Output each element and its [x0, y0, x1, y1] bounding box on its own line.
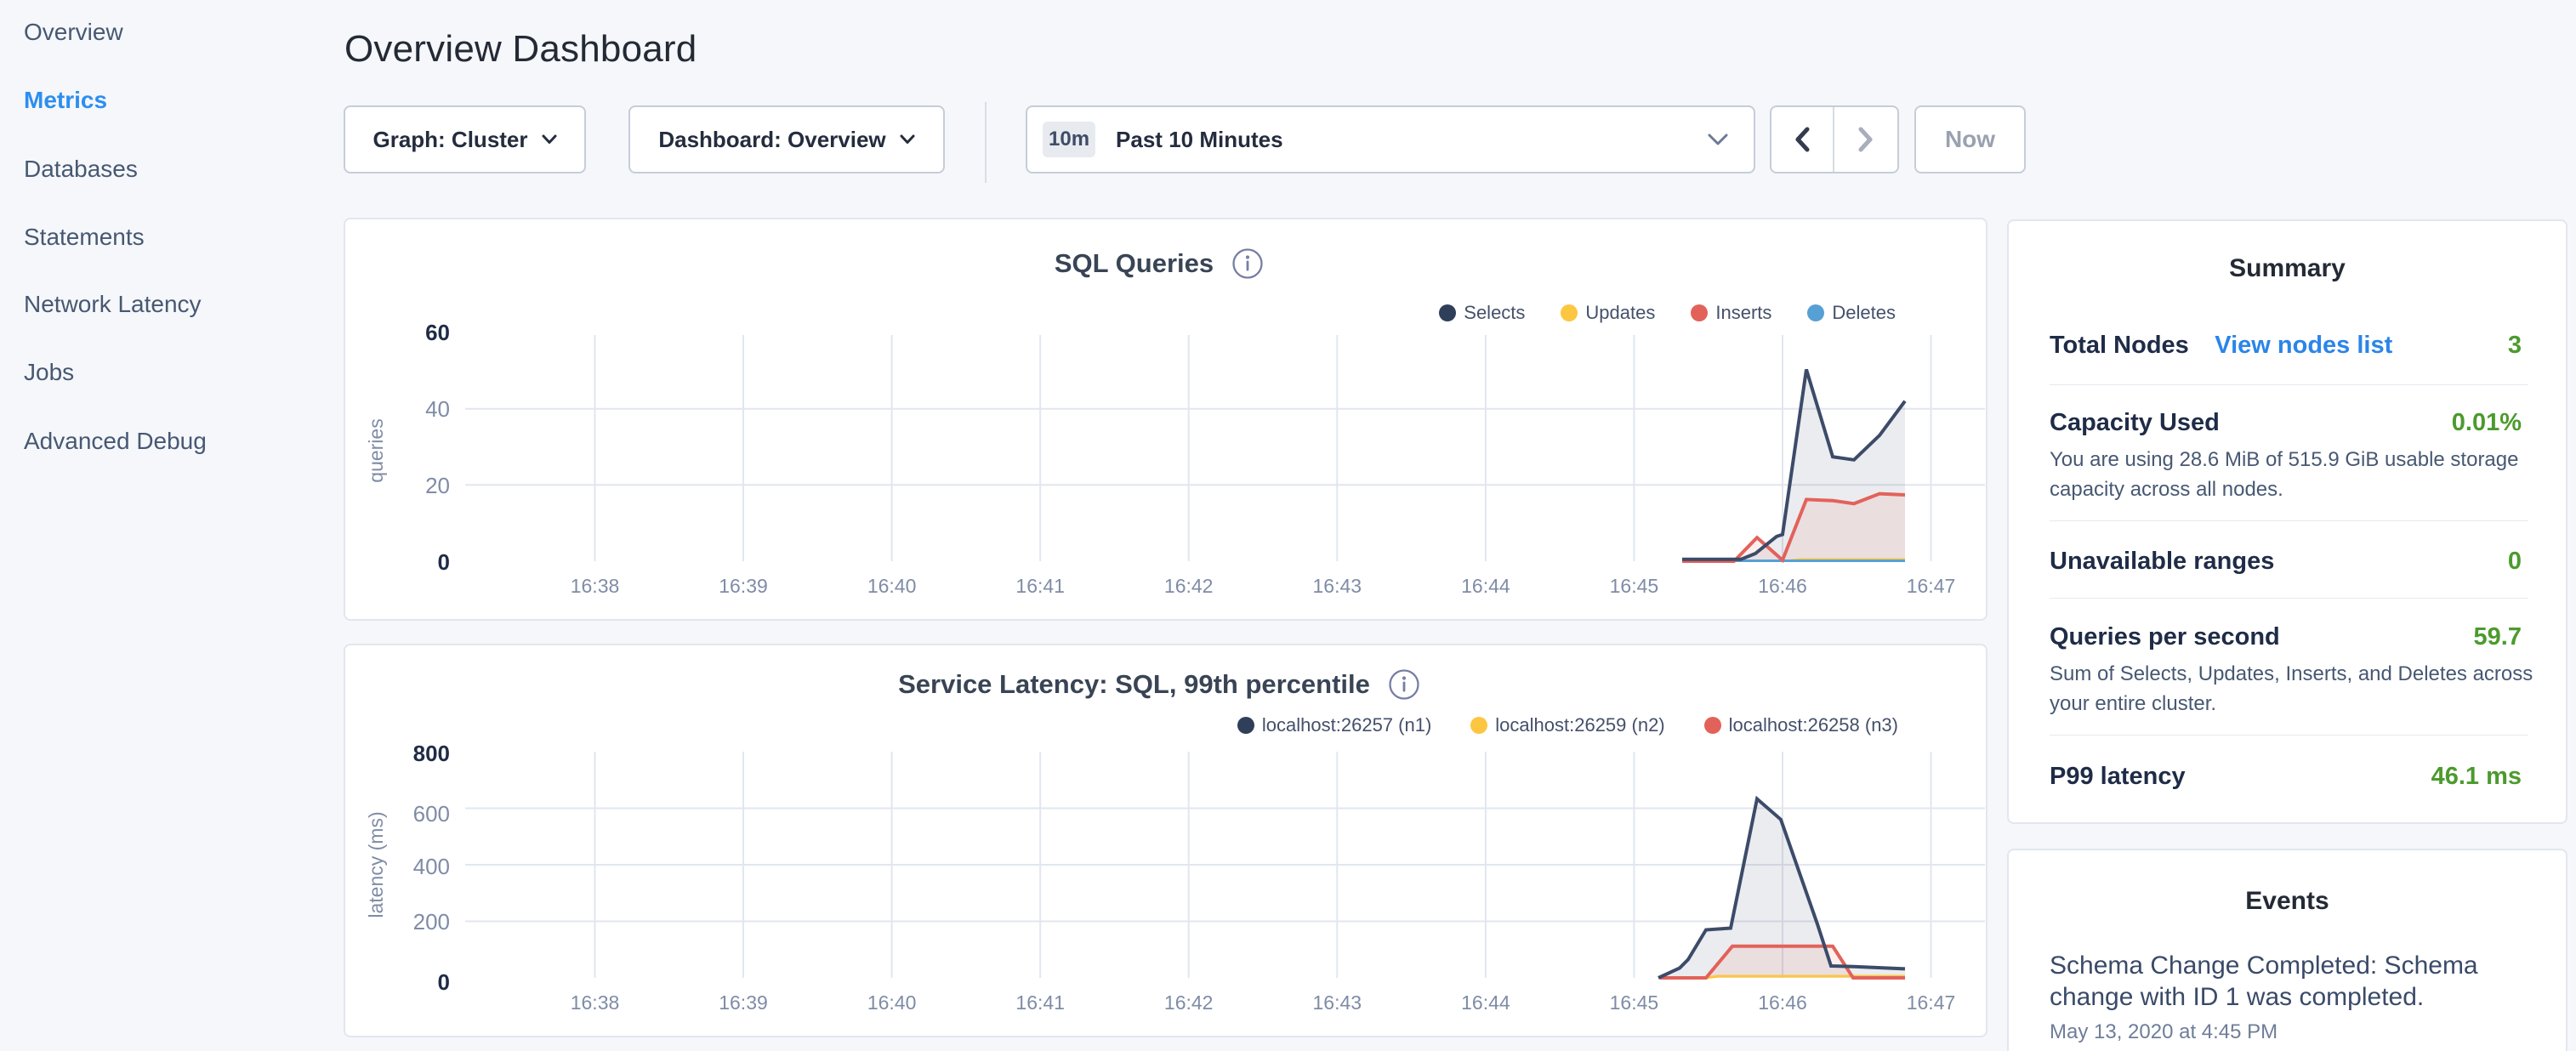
svg-text:16:41: 16:41 — [1015, 575, 1065, 597]
svg-text:0: 0 — [438, 969, 450, 995]
svg-text:400: 400 — [413, 854, 450, 879]
svg-text:200: 200 — [413, 909, 450, 935]
svg-text:800: 800 — [413, 741, 450, 766]
svg-text:latency (ms): latency (ms) — [365, 811, 387, 917]
svg-text:16:39: 16:39 — [719, 575, 768, 597]
svg-text:16:46: 16:46 — [1758, 575, 1807, 597]
svg-text:16:47: 16:47 — [1907, 575, 1956, 597]
svg-text:16:45: 16:45 — [1610, 575, 1659, 597]
svg-text:16:38: 16:38 — [571, 575, 620, 597]
svg-text:16:44: 16:44 — [1461, 575, 1510, 597]
svg-text:600: 600 — [413, 801, 450, 827]
svg-text:16:42: 16:42 — [1164, 575, 1214, 597]
svg-text:16:44: 16:44 — [1461, 991, 1510, 1014]
svg-text:16:45: 16:45 — [1610, 991, 1659, 1014]
svg-text:queries: queries — [365, 418, 387, 482]
svg-text:16:42: 16:42 — [1164, 991, 1214, 1014]
svg-text:0: 0 — [438, 549, 450, 575]
svg-text:16:43: 16:43 — [1313, 575, 1362, 597]
svg-text:16:38: 16:38 — [571, 991, 620, 1014]
svg-text:16:40: 16:40 — [867, 575, 917, 597]
svg-text:16:41: 16:41 — [1015, 991, 1065, 1014]
svg-text:16:39: 16:39 — [719, 991, 768, 1014]
svg-text:16:46: 16:46 — [1758, 991, 1807, 1014]
svg-text:16:40: 16:40 — [867, 991, 917, 1014]
svg-text:16:47: 16:47 — [1907, 991, 1956, 1014]
svg-text:16:43: 16:43 — [1313, 991, 1362, 1014]
svg-text:20: 20 — [425, 473, 450, 498]
svg-text:40: 40 — [425, 396, 450, 422]
svg-text:60: 60 — [425, 320, 450, 345]
